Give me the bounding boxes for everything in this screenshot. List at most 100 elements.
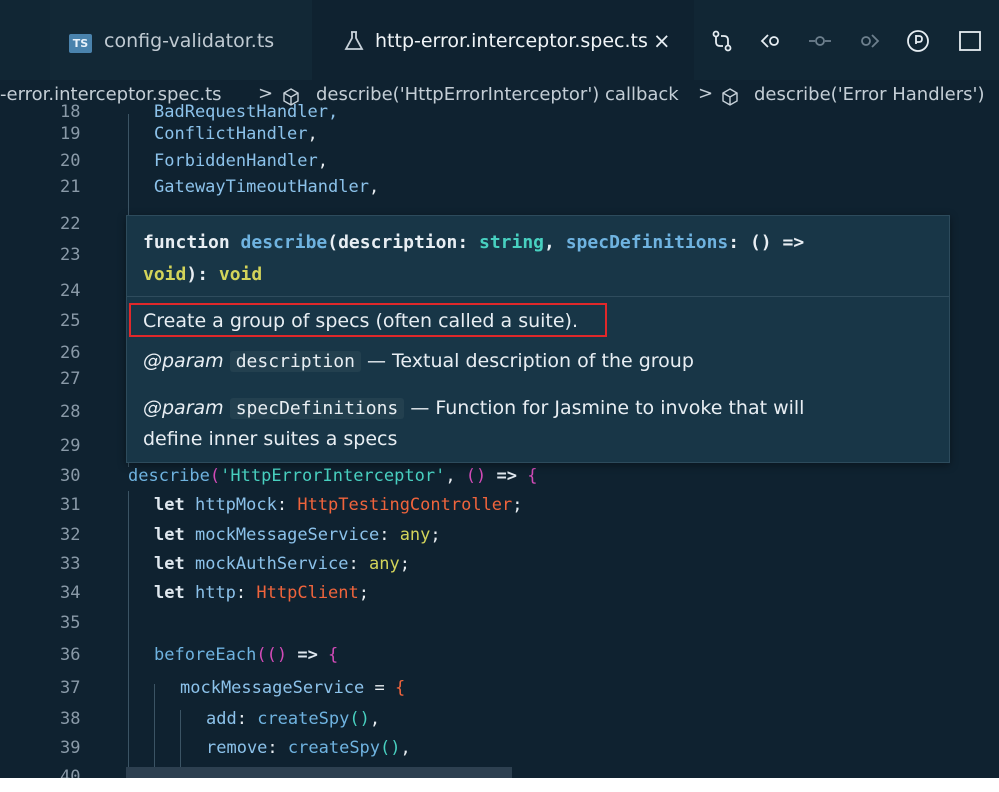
code-token: : — [267, 738, 288, 758]
line-number: 37 — [60, 678, 81, 698]
hover-divider — [127, 296, 949, 297]
code-token: { — [527, 466, 538, 486]
breadcrumb-item-describe-error-handlers[interactable]: describe('Error Handlers') — [754, 84, 984, 105]
code-token: : — [276, 495, 298, 515]
go-back-icon[interactable] — [757, 27, 785, 55]
code-token: add — [206, 709, 237, 729]
go-to-current-icon[interactable] — [806, 27, 834, 55]
typescript-file-icon: TS — [69, 34, 92, 53]
sig-keyword: function — [143, 232, 230, 253]
doc-param-specdefinitions: @param specDefinitions — Function for Ja… — [143, 397, 804, 419]
param-tag: @param — [143, 397, 224, 419]
code-token: let — [154, 525, 185, 545]
code-token: { — [328, 645, 339, 665]
code-token: : — [236, 709, 258, 729]
flask-icon — [344, 31, 364, 50]
code-line: let httpMock: HttpTestingController; — [154, 495, 523, 515]
line-number: 18 — [60, 102, 81, 122]
code-token: GatewayTimeoutHandler — [154, 177, 369, 197]
line-number: 30 — [60, 466, 81, 486]
tab-label[interactable]: config-validator.ts — [104, 30, 274, 52]
code-token: ( — [256, 645, 267, 665]
code-token: let — [154, 495, 185, 515]
sig-return-type: void — [218, 264, 263, 285]
sig-param-name: specDefinitions — [565, 232, 729, 253]
git-compare-icon[interactable] — [708, 27, 736, 55]
doc-param-description: @param description — Textual description… — [143, 350, 694, 372]
param-name: description — [229, 351, 361, 372]
code-line: ForbiddenHandler, — [154, 151, 328, 171]
code-token: => — [287, 645, 329, 665]
close-icon[interactable]: × — [653, 29, 671, 53]
code-token: : — [235, 583, 257, 603]
breadcrumb-separator: > — [698, 83, 714, 104]
sig-colon: : — [457, 232, 479, 253]
sig-colon: : — [728, 232, 750, 253]
sig-paren: ( — [327, 232, 339, 253]
line-number: 32 — [60, 525, 81, 545]
code-token: ; — [358, 583, 370, 603]
go-forward-icon[interactable] — [855, 27, 883, 55]
indent-guide — [154, 684, 155, 778]
symbol-method-icon — [722, 88, 738, 106]
code-line: beforeEach(() => { — [154, 645, 338, 665]
code-token: ForbiddenHandler — [154, 151, 318, 171]
signature-line: void): void — [143, 264, 262, 285]
tab-label[interactable]: http-error.interceptor.spec.ts — [375, 30, 648, 52]
code-token: ( — [209, 466, 221, 486]
code-token: describe — [128, 466, 210, 486]
code-line: GatewayTimeoutHandler, — [154, 177, 379, 197]
sig-arrow: () => — [749, 232, 805, 253]
code-token: () — [349, 709, 370, 729]
line-number: 34 — [60, 583, 81, 603]
code-line: remove: createSpy(), — [206, 738, 411, 758]
code-token: () — [380, 738, 401, 758]
line-number: 24 — [60, 281, 81, 301]
code-token: any — [368, 554, 400, 574]
code-token: any — [399, 525, 431, 545]
breadcrumb: -error.interceptor.spec.ts > describe('H… — [0, 80, 999, 114]
code-token: ConflictHandler — [154, 124, 308, 144]
tab-bar: TS config-validator.ts http-error.interc… — [0, 0, 999, 80]
line-number: 23 — [60, 245, 81, 265]
code-token: HttpTestingController — [297, 495, 513, 515]
line-number: 26 — [60, 343, 81, 363]
doc-param-continuation: define inner suites a specs — [143, 428, 398, 450]
code-token: HttpClient — [256, 583, 359, 603]
code-token: let — [154, 554, 185, 574]
code-line: let mockAuthService: any; — [154, 554, 410, 574]
param-description: — Function for Jasmine to invoke that wi… — [410, 397, 805, 419]
line-number: 25 — [60, 311, 81, 331]
timeline-icon[interactable] — [904, 27, 932, 55]
code-token: = — [364, 678, 395, 698]
code-token: mockAuthService — [194, 554, 349, 574]
line-number: 19 — [60, 124, 81, 144]
param-name: specDefinitions — [229, 398, 405, 419]
code-token: ; — [399, 554, 410, 574]
code-token: , — [400, 738, 411, 758]
sig-param-name: description — [338, 232, 458, 253]
line-number: 40 — [60, 767, 81, 778]
sig-function-name: describe — [240, 232, 328, 253]
param-tag: @param — [143, 350, 224, 372]
sig-paren: ): — [186, 264, 219, 285]
code-line: mockMessageService = { — [180, 678, 405, 698]
breadcrumb-item-describe-interceptor[interactable]: describe('HttpErrorInterceptor') callbac… — [316, 84, 679, 105]
line-number: 21 — [60, 177, 81, 197]
code-token: ; — [430, 525, 441, 545]
editor-window: TS config-validator.ts http-error.interc… — [0, 0, 999, 778]
code-token: () — [266, 645, 288, 665]
code-token: , — [445, 466, 466, 486]
editor-selection-block — [126, 767, 512, 778]
line-number: 27 — [60, 369, 81, 389]
indent-guide — [128, 491, 129, 778]
code-token: let — [154, 583, 185, 603]
split-editor-icon[interactable] — [956, 27, 984, 55]
code-token: remove — [206, 738, 268, 758]
code-token: () — [465, 466, 487, 486]
code-token: mockMessageService — [180, 678, 365, 698]
code-line: ConflictHandler, — [154, 124, 318, 144]
code-token: createSpy — [257, 709, 350, 729]
code-token: => — [486, 466, 528, 486]
sig-param-type: string — [479, 232, 545, 253]
